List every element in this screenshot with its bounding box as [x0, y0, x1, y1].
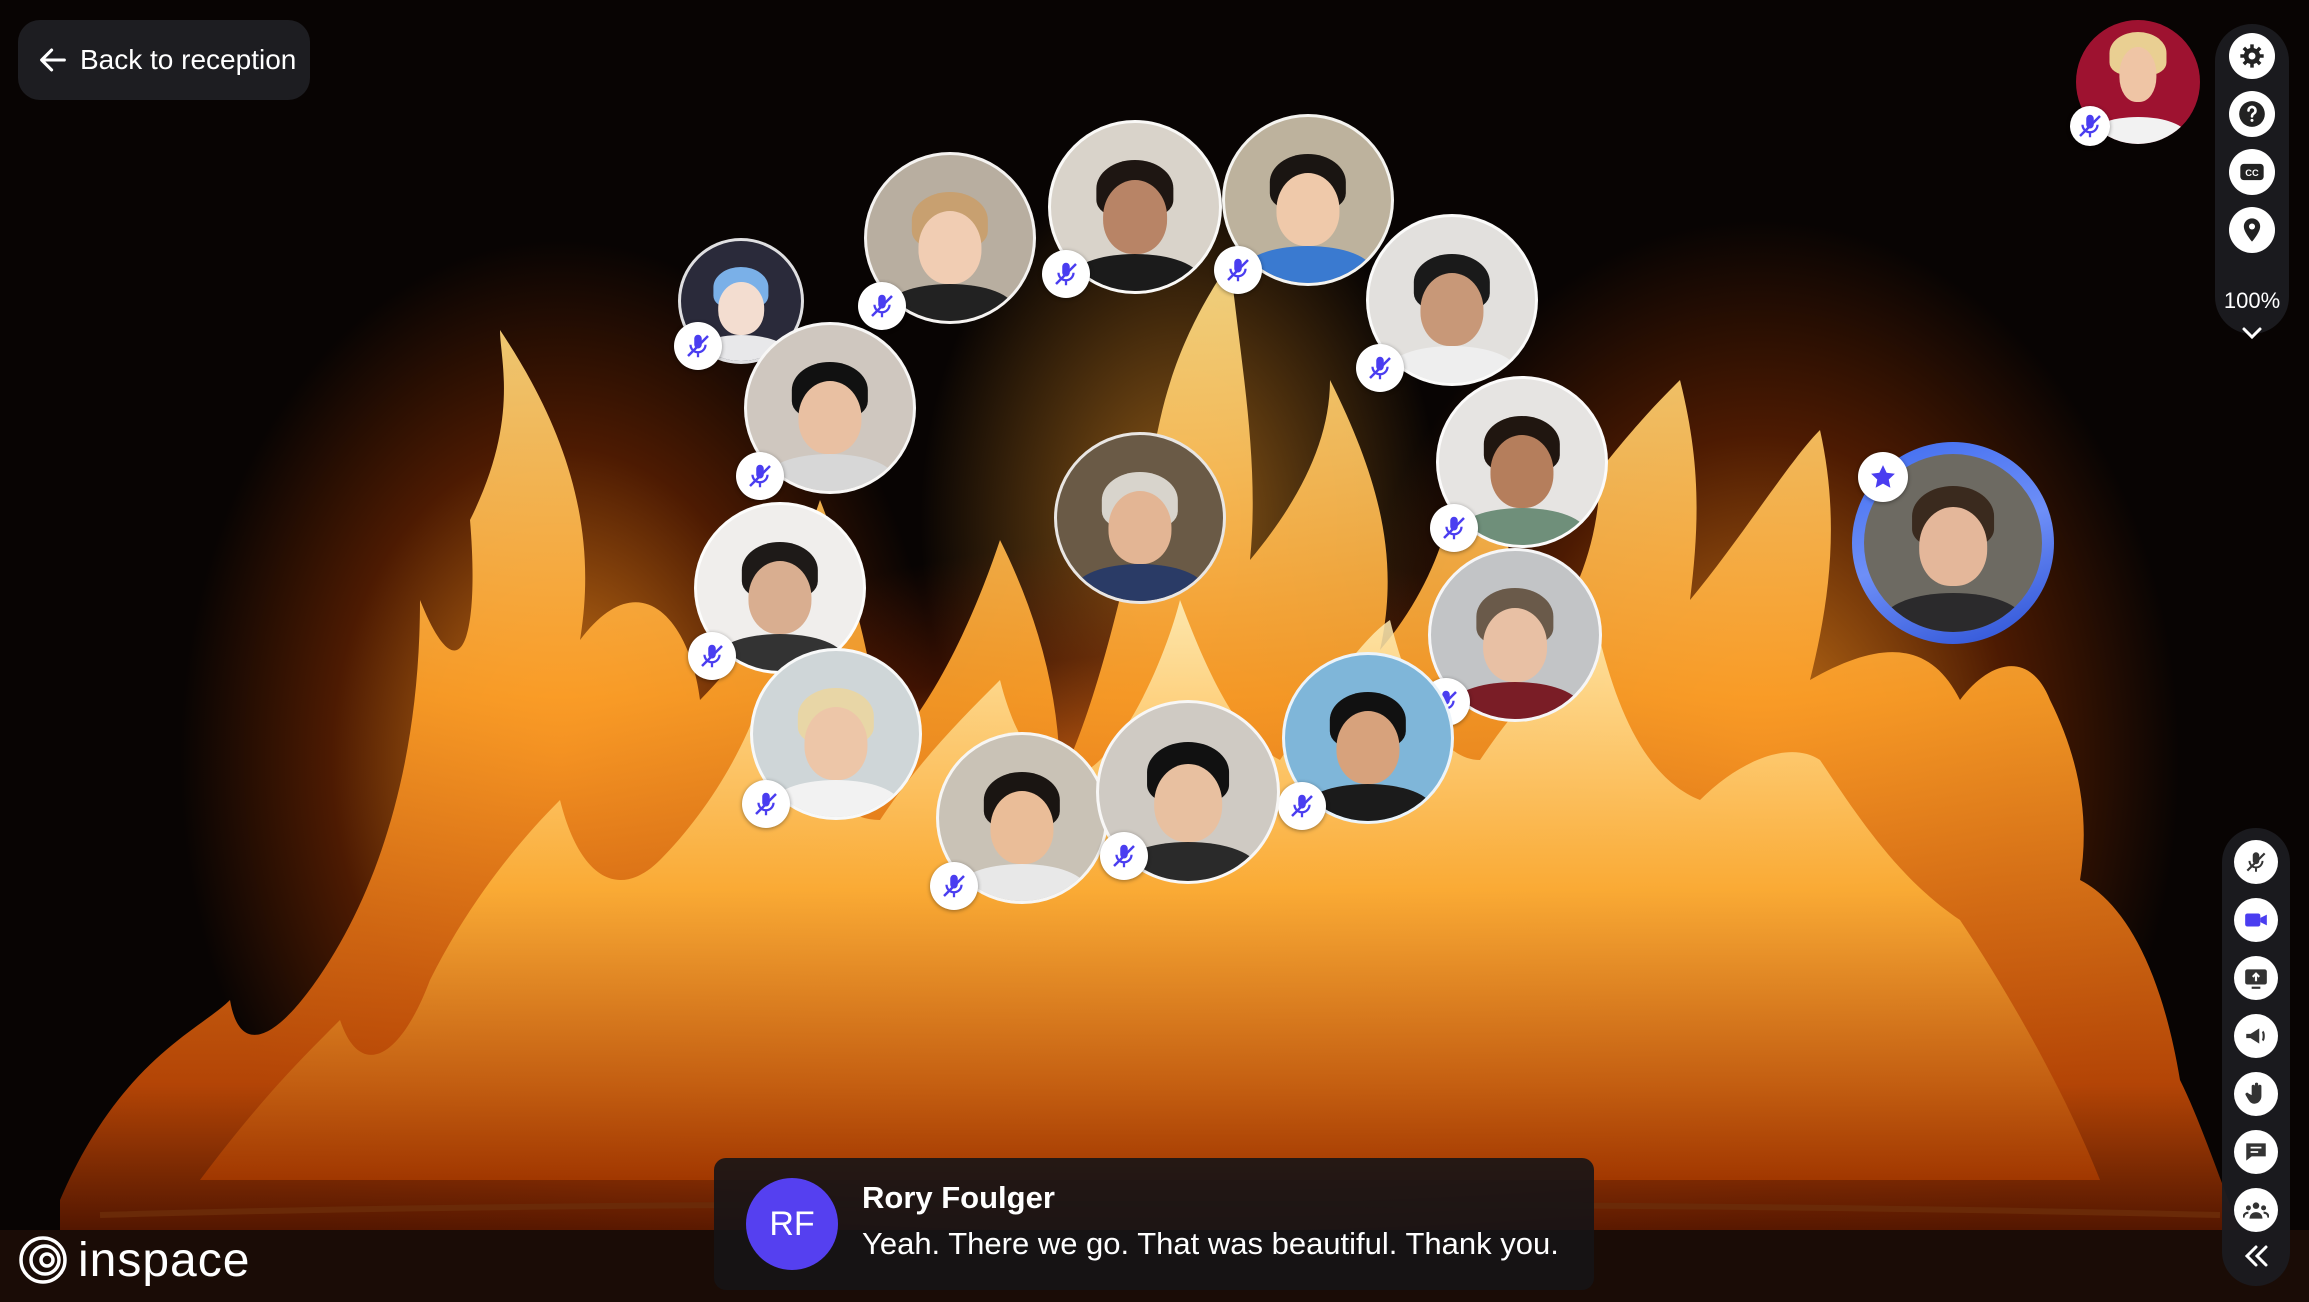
- microphone-muted-icon[interactable]: [1278, 782, 1326, 830]
- microphone-muted-icon[interactable]: [1042, 250, 1090, 298]
- microphone-muted-icon[interactable]: [930, 862, 978, 910]
- microphone-muted-icon[interactable]: [2070, 106, 2110, 146]
- spiral-logo-icon: [19, 1236, 67, 1284]
- raise-hand-button[interactable]: [2234, 1072, 2278, 1116]
- share-screen-button[interactable]: [2234, 956, 2278, 1000]
- captions-button[interactable]: CC: [2229, 149, 2275, 195]
- microphone-muted-icon[interactable]: [1214, 246, 1262, 294]
- microphone-muted-icon[interactable]: [1100, 832, 1148, 880]
- microphone-muted-icon[interactable]: [858, 282, 906, 330]
- live-caption-panel: RF Rory Foulger Yeah. There we go. That …: [714, 1158, 1594, 1290]
- microphone-muted-icon[interactable]: [742, 780, 790, 828]
- media-toolbar: [2222, 828, 2290, 1286]
- participant-video[interactable]: [1054, 432, 1226, 604]
- hand-icon: [2245, 1082, 2262, 1104]
- zoom-level[interactable]: 100%: [2215, 288, 2289, 314]
- microphone-muted-icon[interactable]: [1430, 504, 1478, 552]
- svg-text:CC: CC: [2245, 168, 2259, 178]
- microphone-muted-icon[interactable]: [736, 452, 784, 500]
- video-camera-icon: [2245, 913, 2267, 927]
- inspace-logo: inspace: [18, 1232, 250, 1288]
- double-chevron-left-icon[interactable]: [2238, 1240, 2274, 1272]
- caption-text: Yeah. There we go. That was beautiful. T…: [862, 1226, 1559, 1261]
- microphone-muted-icon[interactable]: [688, 632, 736, 680]
- map-pin-icon: [2243, 218, 2261, 242]
- microphone-muted-icon[interactable]: [674, 322, 722, 370]
- arrow-left-icon: [40, 48, 66, 72]
- chat-bubble-icon: [2246, 1143, 2266, 1161]
- broadcast-button[interactable]: [2234, 1014, 2278, 1058]
- microphone-muted-icon: [2246, 852, 2266, 872]
- speaker-avatar: RF: [746, 1178, 838, 1270]
- people-icon: [2243, 1202, 2269, 1219]
- question-mark-icon: [2239, 101, 2265, 127]
- microphone-muted-icon[interactable]: [1356, 344, 1404, 392]
- help-button[interactable]: [2229, 91, 2275, 137]
- star-icon: [1858, 452, 1908, 502]
- top-toolbar: CC 100%: [2215, 24, 2289, 340]
- back-label: Back to reception: [80, 44, 297, 75]
- settings-button[interactable]: [2229, 33, 2275, 79]
- microphone-toggle-button[interactable]: [2234, 840, 2278, 884]
- video-space-stage[interactable]: Back to reception CC 100% RF Rory Foulge…: [0, 0, 2309, 1302]
- participants-button[interactable]: [2234, 1188, 2278, 1232]
- location-button[interactable]: [2229, 207, 2275, 253]
- back-to-reception-button[interactable]: Back to reception: [18, 20, 310, 100]
- speaker-name: Rory Foulger: [862, 1180, 1055, 1215]
- screen-share-icon: [2245, 969, 2267, 989]
- gear-icon: [2240, 44, 2264, 68]
- chat-button[interactable]: [2234, 1130, 2278, 1174]
- camera-toggle-button[interactable]: [2234, 898, 2278, 942]
- closed-captions-icon: CC: [2240, 163, 2264, 181]
- brand-name: inspace: [78, 1233, 251, 1287]
- megaphone-icon: [2246, 1028, 2265, 1044]
- chevron-down-icon[interactable]: [2237, 322, 2267, 344]
